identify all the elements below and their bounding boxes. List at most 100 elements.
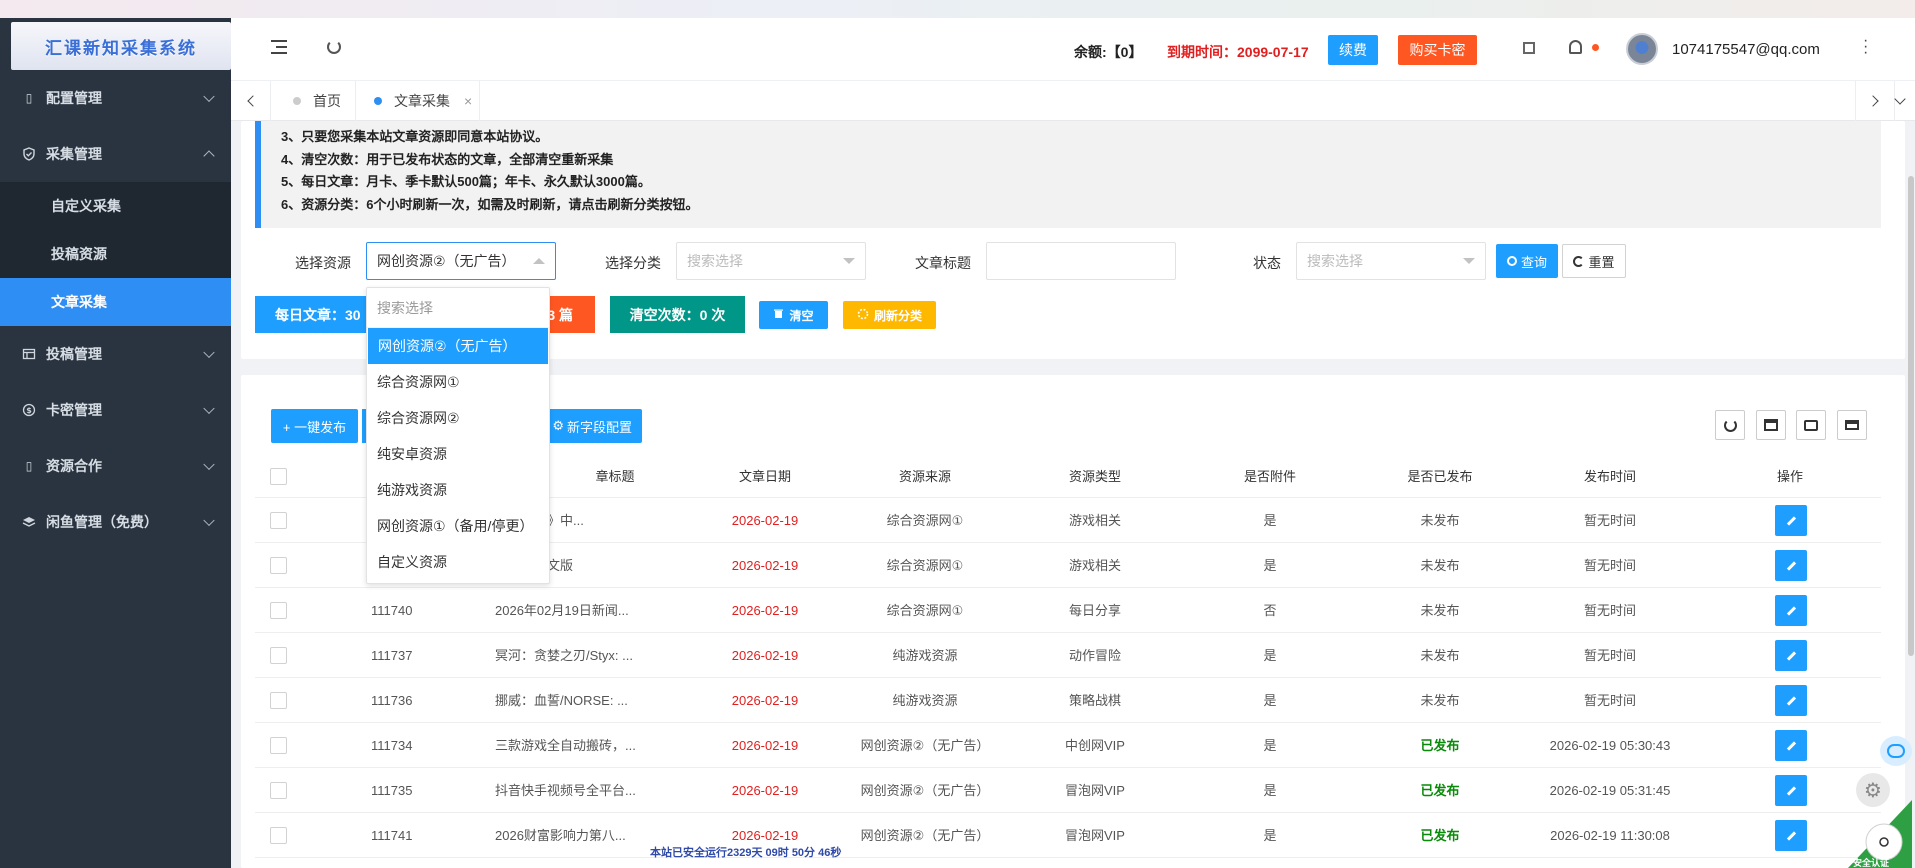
close-icon[interactable]: × — [464, 93, 472, 109]
table-row: 111741 2026财富影响力第八... 2026-02-19 网创资源②（无广告）… — [255, 813, 1881, 858]
source-select-value: 网创资源②（无广告） — [377, 253, 516, 269]
top-header: 余额:【0】 到期时间：2099-07-17 续费 购买卡密 107417554… — [231, 18, 1915, 81]
chevron-down-icon — [203, 514, 215, 527]
source-dropdown: 搜索选择 网创资源②（无广告） 综合资源网① 综合资源网② 纯安卓资源 纯游戏资… — [366, 287, 550, 584]
renew-button[interactable]: 续费 — [1328, 35, 1378, 65]
shield-check-icon — [22, 147, 36, 161]
more-vertical-icon[interactable]: · · · — [1863, 33, 1868, 61]
row-checkbox[interactable] — [270, 782, 287, 799]
refresh-icon — [1573, 255, 1585, 267]
pencil-icon — [1787, 696, 1795, 705]
sidebar-menu: ▯ 配置管理 采集管理 自定义采集 投稿资源 文章采集 投稿管理 $ 卡密管理 … — [0, 70, 231, 550]
row-checkbox[interactable] — [270, 647, 287, 664]
cell-id: 111740 — [371, 603, 413, 618]
buy-card-button[interactable]: 购买卡密 — [1398, 35, 1477, 65]
refresh-category-button[interactable]: 刷新分类 — [843, 301, 936, 329]
dropdown-option[interactable]: 网创资源②（无广告） — [368, 328, 548, 364]
cell-title[interactable]: 2026年02月19日新闻... — [495, 588, 645, 633]
query-button[interactable]: 查询 — [1496, 244, 1558, 278]
chevron-down-icon — [203, 346, 215, 359]
reset-button[interactable]: 重置 — [1562, 244, 1626, 278]
row-checkbox[interactable] — [270, 737, 287, 754]
menu-toggle-icon[interactable] — [271, 40, 287, 54]
col-pubtime: 发布时间 — [1583, 469, 1636, 484]
fullscreen-icon[interactable] — [1523, 42, 1535, 54]
sidebar-subitem-custom-collect[interactable]: 自定义采集 — [0, 182, 231, 230]
notice-line: 3、只要您采集本站文章资源即同意本站协议。 — [281, 129, 549, 144]
edit-button[interactable] — [1775, 820, 1807, 851]
select-all-checkbox[interactable] — [270, 468, 287, 485]
chat-icon[interactable] — [1880, 736, 1912, 766]
dropdown-search-input[interactable]: 搜索选择 — [367, 288, 549, 328]
row-checkbox[interactable] — [270, 557, 287, 574]
one-click-publish-button[interactable]: + 一键发布 — [271, 409, 358, 443]
tabs-scroll-left[interactable] — [231, 81, 271, 121]
sidebar-subitem-article-collect[interactable]: 文章采集 — [0, 278, 231, 326]
sidebar-item-submission[interactable]: 投稿管理 — [0, 326, 231, 382]
sidebar-item-cooperation[interactable]: ▯ 资源合作 — [0, 438, 231, 494]
cell-id: 111735 — [371, 783, 413, 798]
source-select[interactable]: 网创资源②（无广告） — [366, 242, 556, 280]
dropdown-option[interactable]: 综合资源网② — [367, 400, 549, 436]
cell-pubtime: 暂无时间 — [1583, 648, 1636, 663]
edit-button[interactable] — [1775, 685, 1807, 716]
table-print-button[interactable] — [1796, 410, 1826, 440]
cell-title[interactable]: 2026财富影响力第八... — [495, 813, 645, 858]
table-refresh-button[interactable] — [1715, 410, 1745, 440]
category-select[interactable]: 搜索选择 — [676, 242, 866, 280]
cell-title[interactable]: 挪威：血誓/NORSE: ... — [495, 678, 645, 723]
dropdown-option[interactable]: 纯游戏资源 — [367, 472, 549, 508]
tab-home[interactable]: 首页 — [271, 81, 356, 121]
new-field-config-button[interactable]: ⚙ 新字段配置 — [542, 409, 642, 443]
edit-button[interactable] — [1775, 595, 1807, 626]
dropdown-option[interactable]: 自定义资源 — [367, 544, 549, 580]
table-columns-button[interactable] — [1756, 410, 1786, 440]
dropdown-option[interactable]: 网创资源①（备用/停更） — [367, 508, 549, 544]
edit-button[interactable] — [1775, 730, 1807, 761]
cell-title[interactable]: 冥河：贪婪之刃/Styx: ... — [495, 633, 645, 678]
user-email[interactable]: 1074175547@qq.com — [1672, 41, 1820, 58]
row-checkbox[interactable] — [270, 692, 287, 709]
cell-title[interactable]: 抖音快手视频号全平台... — [495, 768, 645, 813]
cell-title[interactable]: 三款游戏全自动搬砖，... — [495, 723, 645, 768]
table-export-button[interactable] — [1837, 410, 1867, 440]
row-checkbox[interactable] — [270, 602, 287, 619]
edit-button[interactable] — [1775, 505, 1807, 536]
row-checkbox[interactable] — [270, 512, 287, 529]
title-input[interactable] — [986, 242, 1176, 280]
pencil-icon — [1787, 741, 1795, 750]
edit-button[interactable] — [1775, 640, 1807, 671]
sidebar-item-label: 配置管理 — [46, 90, 102, 106]
edit-button[interactable] — [1775, 550, 1807, 581]
tab-article-collect[interactable]: 文章采集 × — [356, 81, 480, 121]
edit-button[interactable] — [1775, 775, 1807, 806]
cell-source: 纯游戏资源 — [892, 648, 958, 663]
page-scrollbar[interactable] — [1908, 176, 1914, 656]
chevron-down-icon — [203, 458, 215, 471]
layers-icon — [22, 515, 36, 529]
pencil-icon — [1787, 786, 1795, 795]
dropdown-option[interactable]: 综合资源网① — [367, 364, 549, 400]
row-checkbox[interactable] — [270, 827, 287, 844]
status-select[interactable]: 搜索选择 — [1296, 242, 1486, 280]
daily-articles-text: 每日文章：30 — [275, 306, 361, 323]
clear-button[interactable]: 清空 — [759, 301, 828, 329]
sidebar-item-config[interactable]: ▯ 配置管理 — [0, 70, 231, 126]
sidebar-item-collect[interactable]: 采集管理 — [0, 126, 231, 182]
sidebar-subitem-submit-resource[interactable]: 投稿资源 — [0, 230, 231, 278]
cell-id: 111736 — [371, 693, 413, 708]
cell-attach: 是 — [1263, 648, 1277, 663]
sidebar-item-label: 采集管理 — [46, 146, 102, 162]
bell-icon[interactable] — [1569, 40, 1582, 54]
title-label: 文章标题 — [915, 255, 971, 271]
logo: 汇课新知采集系统 — [11, 22, 231, 70]
tabs-more[interactable] — [1885, 81, 1915, 121]
sidebar-item-xianyu[interactable]: 闲鱼管理（免费） — [0, 494, 231, 550]
table-row: 111735 抖音快手视频号全平台... 2026-02-19 网创资源②（无广告） 冒… — [255, 768, 1881, 813]
avatar[interactable] — [1626, 33, 1658, 65]
top-strip — [0, 0, 1915, 18]
refresh-icon[interactable] — [327, 40, 341, 54]
sidebar-item-card[interactable]: $ 卡密管理 — [0, 382, 231, 438]
dropdown-option[interactable]: 纯安卓资源 — [367, 436, 549, 472]
cell-published: 已发布 — [1420, 738, 1460, 753]
